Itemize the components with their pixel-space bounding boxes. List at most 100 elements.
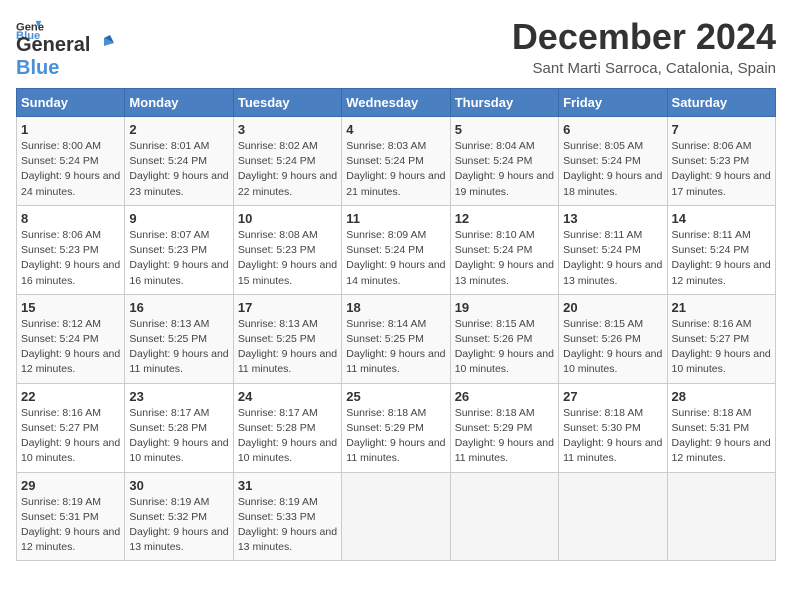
- day-info: Sunrise: 8:14 AMSunset: 5:25 PMDaylight:…: [346, 317, 445, 378]
- day-info: Sunrise: 8:19 AMSunset: 5:32 PMDaylight:…: [129, 495, 228, 556]
- day-number: 27: [563, 389, 662, 404]
- day-number: 31: [238, 478, 337, 493]
- calendar-day-10: 10 Sunrise: 8:08 AMSunset: 5:23 PMDayligh…: [233, 205, 341, 294]
- calendar-day-27: 27 Sunrise: 8:18 AMSunset: 5:30 PMDayligh…: [559, 383, 667, 472]
- header-wednesday: Wednesday: [342, 89, 450, 117]
- day-number: 19: [455, 300, 554, 315]
- calendar-day-19: 19 Sunrise: 8:15 AMSunset: 5:26 PMDayligh…: [450, 294, 558, 383]
- calendar-day-9: 9 Sunrise: 8:07 AMSunset: 5:23 PMDaylight…: [125, 205, 233, 294]
- calendar-day-28: 28Sunrise: 8:18 AMSunset: 5:31 PMDayligh…: [667, 383, 775, 472]
- day-number: 3: [238, 122, 337, 137]
- calendar-day-13: 13 Sunrise: 8:11 AMSunset: 5:24 PMDayligh…: [559, 205, 667, 294]
- day-info: Sunrise: 8:02 AMSunset: 5:24 PMDaylight:…: [238, 139, 337, 200]
- day-info: Sunrise: 8:19 AMSunset: 5:31 PMDaylight:…: [21, 495, 120, 556]
- day-number: 1: [21, 122, 120, 137]
- day-number: 6: [563, 122, 662, 137]
- calendar-day-21: 21 Sunrise: 8:16 AMSunset: 5:27 PMDayligh…: [667, 294, 775, 383]
- day-info: Sunrise: 8:08 AMSunset: 5:23 PMDaylight:…: [238, 228, 337, 289]
- header-sunday: Sunday: [17, 89, 125, 117]
- logo-general: General: [16, 34, 90, 57]
- header-thursday: Thursday: [450, 89, 558, 117]
- day-number: 15: [21, 300, 120, 315]
- day-info: Sunrise: 8:05 AMSunset: 5:24 PMDaylight:…: [563, 139, 662, 200]
- day-info: Sunrise: 8:03 AMSunset: 5:24 PMDaylight:…: [346, 139, 445, 200]
- day-info: Sunrise: 8:09 AMSunset: 5:24 PMDaylight:…: [346, 228, 445, 289]
- day-number: 18: [346, 300, 445, 315]
- calendar-day-6: 6 Sunrise: 8:05 AMSunset: 5:24 PMDaylight…: [559, 117, 667, 206]
- day-info: Sunrise: 8:07 AMSunset: 5:23 PMDaylight:…: [129, 228, 228, 289]
- day-info: Sunrise: 8:13 AMSunset: 5:25 PMDaylight:…: [129, 317, 228, 378]
- calendar-week-4: 22Sunrise: 8:16 AMSunset: 5:27 PMDayligh…: [17, 383, 776, 472]
- calendar-day-2: 2 Sunrise: 8:01 AMSunset: 5:24 PMDaylight…: [125, 117, 233, 206]
- calendar-week-5: 29 Sunrise: 8:19 AMSunset: 5:31 PMDayligh…: [17, 472, 776, 561]
- calendar-day-30: 30 Sunrise: 8:19 AMSunset: 5:32 PMDayligh…: [125, 472, 233, 561]
- day-info: Sunrise: 8:16 AMSunset: 5:27 PMDaylight:…: [21, 406, 120, 467]
- day-info: Sunrise: 8:04 AMSunset: 5:24 PMDaylight:…: [455, 139, 554, 200]
- day-number: 13: [563, 211, 662, 226]
- day-number: 14: [672, 211, 771, 226]
- logo-bird-icon: [92, 35, 114, 57]
- day-info: Sunrise: 8:18 AMSunset: 5:29 PMDaylight:…: [346, 406, 445, 467]
- day-info: Sunrise: 8:10 AMSunset: 5:24 PMDaylight:…: [455, 228, 554, 289]
- header-monday: Monday: [125, 89, 233, 117]
- day-number: 9: [129, 211, 228, 226]
- day-info: Sunrise: 8:15 AMSunset: 5:26 PMDaylight:…: [455, 317, 554, 378]
- title-section: December 2024 Sant Marti Sarroca, Catalo…: [512, 16, 776, 77]
- calendar-day-15: 15Sunrise: 8:12 AMSunset: 5:24 PMDayligh…: [17, 294, 125, 383]
- day-info: Sunrise: 8:18 AMSunset: 5:30 PMDaylight:…: [563, 406, 662, 467]
- day-info: Sunrise: 8:17 AMSunset: 5:28 PMDaylight:…: [238, 406, 337, 467]
- day-info: Sunrise: 8:11 AMSunset: 5:24 PMDaylight:…: [672, 228, 771, 289]
- calendar-day-11: 11 Sunrise: 8:09 AMSunset: 5:24 PMDayligh…: [342, 205, 450, 294]
- calendar-table: Sunday Monday Tuesday Wednesday Thursday…: [16, 88, 776, 561]
- day-number: 30: [129, 478, 228, 493]
- day-number: 2: [129, 122, 228, 137]
- day-number: 28: [672, 389, 771, 404]
- calendar-day-29: 29 Sunrise: 8:19 AMSunset: 5:31 PMDayligh…: [17, 472, 125, 561]
- day-number: 24: [238, 389, 337, 404]
- logo-blue: Blue: [16, 57, 59, 79]
- calendar-empty-cell: [450, 472, 558, 561]
- day-info: Sunrise: 8:19 AMSunset: 5:33 PMDaylight:…: [238, 495, 337, 556]
- calendar-subtitle: Sant Marti Sarroca, Catalonia, Spain: [512, 60, 776, 77]
- day-number: 21: [672, 300, 771, 315]
- calendar-day-1: 1 Sunrise: 8:00 AMSunset: 5:24 PMDaylight…: [17, 117, 125, 206]
- calendar-empty-cell: [667, 472, 775, 561]
- calendar-day-12: 12 Sunrise: 8:10 AMSunset: 5:24 PMDayligh…: [450, 205, 558, 294]
- day-number: 12: [455, 211, 554, 226]
- calendar-day-4: 4Sunrise: 8:03 AMSunset: 5:24 PMDaylight…: [342, 117, 450, 206]
- day-number: 17: [238, 300, 337, 315]
- day-info: Sunrise: 8:16 AMSunset: 5:27 PMDaylight:…: [672, 317, 771, 378]
- header-friday: Friday: [559, 89, 667, 117]
- day-number: 23: [129, 389, 228, 404]
- calendar-day-23: 23Sunrise: 8:17 AMSunset: 5:28 PMDayligh…: [125, 383, 233, 472]
- calendar-day-3: 3 Sunrise: 8:02 AMSunset: 5:24 PMDaylight…: [233, 117, 341, 206]
- calendar-day-25: 25 Sunrise: 8:18 AMSunset: 5:29 PMDayligh…: [342, 383, 450, 472]
- day-number: 8: [21, 211, 120, 226]
- calendar-day-22: 22Sunrise: 8:16 AMSunset: 5:27 PMDayligh…: [17, 383, 125, 472]
- calendar-empty-cell: [342, 472, 450, 561]
- day-info: Sunrise: 8:01 AMSunset: 5:24 PMDaylight:…: [129, 139, 228, 200]
- day-number: 25: [346, 389, 445, 404]
- calendar-day-18: 18 Sunrise: 8:14 AMSunset: 5:25 PMDayligh…: [342, 294, 450, 383]
- day-info: Sunrise: 8:00 AMSunset: 5:24 PMDaylight:…: [21, 139, 120, 200]
- calendar-day-31: 31 Sunrise: 8:19 AMSunset: 5:33 PMDayligh…: [233, 472, 341, 561]
- day-number: 11: [346, 211, 445, 226]
- calendar-day-5: 5Sunrise: 8:04 AMSunset: 5:24 PMDaylight…: [450, 117, 558, 206]
- calendar-header-row: Sunday Monday Tuesday Wednesday Thursday…: [17, 89, 776, 117]
- header-tuesday: Tuesday: [233, 89, 341, 117]
- calendar-day-8: 8Sunrise: 8:06 AMSunset: 5:23 PMDaylight…: [17, 205, 125, 294]
- calendar-day-16: 16Sunrise: 8:13 AMSunset: 5:25 PMDayligh…: [125, 294, 233, 383]
- day-info: Sunrise: 8:13 AMSunset: 5:25 PMDaylight:…: [238, 317, 337, 378]
- day-info: Sunrise: 8:15 AMSunset: 5:26 PMDaylight:…: [563, 317, 662, 378]
- header-saturday: Saturday: [667, 89, 775, 117]
- calendar-day-24: 24 Sunrise: 8:17 AMSunset: 5:28 PMDayligh…: [233, 383, 341, 472]
- calendar-day-17: 17 Sunrise: 8:13 AMSunset: 5:25 PMDayligh…: [233, 294, 341, 383]
- day-info: Sunrise: 8:18 AMSunset: 5:29 PMDaylight:…: [455, 406, 554, 467]
- calendar-week-2: 8Sunrise: 8:06 AMSunset: 5:23 PMDaylight…: [17, 205, 776, 294]
- calendar-day-14: 14 Sunrise: 8:11 AMSunset: 5:24 PMDayligh…: [667, 205, 775, 294]
- day-info: Sunrise: 8:11 AMSunset: 5:24 PMDaylight:…: [563, 228, 662, 289]
- day-number: 29: [21, 478, 120, 493]
- page-header: General Blue General Blue December 2024 …: [16, 16, 776, 80]
- day-number: 10: [238, 211, 337, 226]
- day-number: 26: [455, 389, 554, 404]
